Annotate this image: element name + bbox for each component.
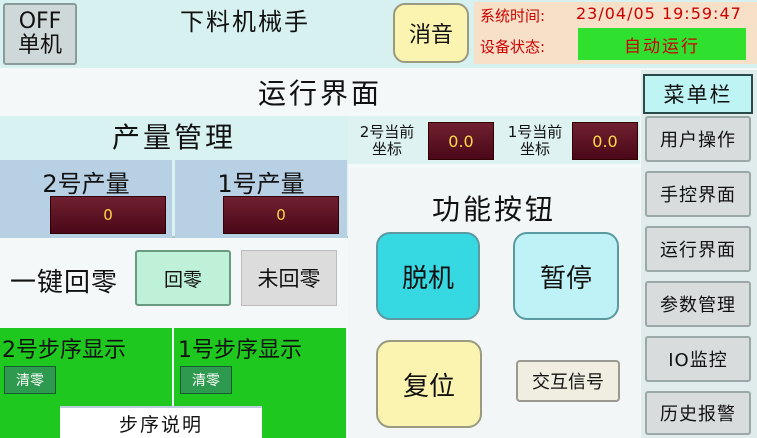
coordinate-no2-label: 2号当前 坐标 <box>350 122 424 160</box>
coordinate-no2-label-line1: 2号当前 <box>359 123 415 141</box>
menu-item-manual-control[interactable]: 手控界面 <box>645 171 751 217</box>
menu-title: 菜单栏 <box>643 74 753 114</box>
coordinate-no1-label-line1: 1号当前 <box>507 123 563 141</box>
interlock-signal-button[interactable]: 交互信号 <box>516 360 620 402</box>
menu-item-user-operation[interactable]: 用户操作 <box>645 116 751 162</box>
coordinate-no2-value: 0.0 <box>428 122 494 160</box>
page-title: 运行界面 <box>257 77 382 110</box>
device-state-label: 设备状态: <box>480 38 546 56</box>
production-no1-value: 0 <box>223 196 339 234</box>
device-state-indicator: 自动运行 <box>578 28 746 60</box>
system-time-value: 23/04/05 19:59:47 <box>576 4 742 23</box>
step-no2-clear-button[interactable]: 清零 <box>4 366 56 394</box>
function-title: 功能按钮 <box>431 193 556 226</box>
offline-button[interactable]: 脱机 <box>376 232 480 320</box>
mute-button[interactable]: 消音 <box>393 3 469 63</box>
system-time-label: 系统时间: <box>480 7 546 25</box>
production-no2-label: 2号产量 <box>42 169 130 198</box>
coordinate-no2-label-line2: 坐标 <box>371 140 402 158</box>
production-title: 产量管理 <box>111 121 236 154</box>
return-zero-button[interactable]: 回零 <box>135 250 231 306</box>
offline-standalone-toggle[interactable]: OFF 单机 <box>3 3 77 65</box>
step-description-button[interactable]: 步序说明 <box>60 406 262 438</box>
coordinate-no1-value: 0.0 <box>572 122 638 160</box>
production-no2-value: 0 <box>50 196 166 234</box>
menu-item-parameter-management[interactable]: 参数管理 <box>645 281 751 327</box>
menu-item-alarm-history[interactable]: 历史报警 <box>645 391 751 435</box>
machine-title: 下料机械手 <box>180 7 310 36</box>
step-display-no2-title: 2号步序显示 <box>2 338 126 363</box>
menu-item-run-screen[interactable]: 运行界面 <box>645 226 751 272</box>
coordinate-no1-label-line2: 坐标 <box>519 140 550 158</box>
coordinate-no1-label: 1号当前 坐标 <box>498 122 572 160</box>
production-no2-box: 2号产量 0 <box>0 160 172 238</box>
production-no1-box: 1号产量 0 <box>175 160 347 238</box>
zero-status-indicator: 未回零 <box>241 250 337 306</box>
step-no1-clear-button[interactable]: 清零 <box>180 366 232 394</box>
menu-item-io-monitor[interactable]: IO监控 <box>645 336 751 382</box>
pause-button[interactable]: 暂停 <box>513 232 619 320</box>
step-display-no1-title: 1号步序显示 <box>178 338 302 363</box>
offline-toggle-line2: 单机 <box>17 33 62 58</box>
offline-toggle-line1: OFF <box>18 9 62 34</box>
reset-button[interactable]: 复位 <box>376 340 482 428</box>
one-key-zero-label: 一键回零 <box>10 268 119 298</box>
production-no1-label: 1号产量 <box>217 169 305 198</box>
coordinate-strip: 2号当前 坐标 0.0 1号当前 坐标 0.0 <box>348 116 640 164</box>
